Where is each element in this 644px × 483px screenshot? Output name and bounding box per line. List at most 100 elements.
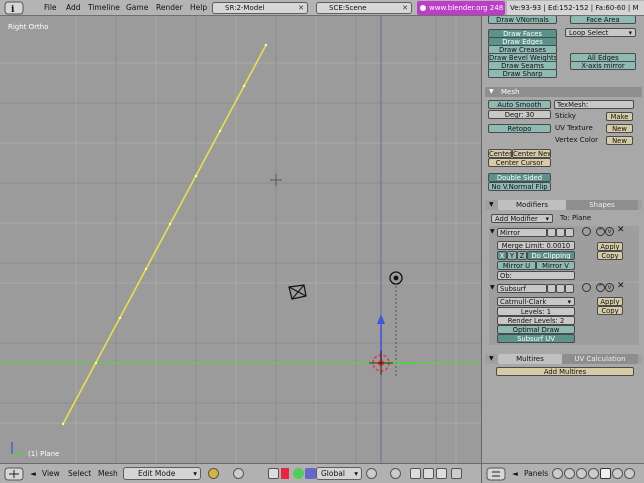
menu-add[interactable]: Add — [66, 0, 81, 16]
mirror-modifier-name[interactable]: Mirror — [497, 228, 547, 237]
hand-manipulator-icon[interactable] — [268, 468, 279, 479]
occlude-icon[interactable] — [451, 468, 462, 479]
rotate-icon[interactable] — [293, 468, 304, 479]
move-down-icon[interactable]: v — [605, 283, 614, 292]
tab-multires[interactable]: Multires — [498, 354, 562, 364]
editor-type-icon[interactable] — [486, 467, 506, 481]
subsurf-type-dropdown[interactable]: Catmull-Clark ▾ — [497, 297, 575, 306]
menu-file[interactable]: File — [44, 0, 57, 16]
collapse-arrow-icon[interactable]: ◄ — [512, 467, 518, 481]
menu-game[interactable]: Game — [126, 0, 148, 16]
menu-view[interactable]: View — [42, 467, 60, 481]
menu-render[interactable]: Render — [156, 0, 183, 16]
x-axis-mirror-toggle[interactable]: X-axis mirror — [570, 61, 636, 70]
center-button[interactable]: Center — [488, 149, 512, 158]
collapse-arrow-icon[interactable]: ▼ — [489, 200, 494, 210]
subsurf-modifier-name[interactable]: Subsurf — [497, 284, 547, 293]
retopo-toggle[interactable]: Retopo — [488, 124, 551, 133]
scene-context-icon[interactable] — [612, 468, 623, 479]
snap-icon[interactable] — [390, 468, 401, 479]
mesh-edge-selected[interactable] — [0, 16, 481, 463]
edge-select-icon[interactable] — [423, 468, 434, 479]
draw-sharp-toggle[interactable]: Draw Sharp — [488, 69, 557, 78]
close-icon[interactable]: ✕ — [401, 4, 409, 12]
move-up-icon[interactable]: ^ — [596, 227, 605, 236]
orientation-selector[interactable]: Global ▾ — [316, 467, 362, 480]
mirror-axis-x[interactable]: X — [497, 251, 507, 260]
render-toggle-icon[interactable] — [565, 284, 574, 293]
info-icon[interactable]: i — [3, 0, 25, 16]
optimal-draw-toggle[interactable]: Optimal Draw — [497, 325, 575, 334]
mirror-axis-y[interactable]: Y — [507, 251, 517, 260]
scene-selector[interactable]: SCE:Scene ✕ — [316, 2, 412, 14]
levels-field[interactable]: Levels: 1 — [497, 307, 575, 316]
editmode-toggle-icon[interactable] — [547, 284, 556, 293]
script-context-icon[interactable] — [564, 468, 575, 479]
object-context-icon[interactable] — [588, 468, 599, 479]
proportional-edit-icon[interactable] — [366, 468, 377, 479]
subsurf-apply-button[interactable]: Apply — [597, 297, 623, 306]
render-levels-field[interactable]: Render Levels: 2 — [497, 316, 575, 325]
logic-context-icon[interactable] — [552, 468, 563, 479]
add-multires-button[interactable]: Add Multires — [496, 367, 634, 376]
vertex-color-new-button[interactable]: New — [606, 136, 633, 145]
realtime-toggle-icon[interactable] — [582, 227, 591, 236]
draw-vnormals-button[interactable]: Draw VNormals — [488, 16, 557, 24]
draw-type-icon[interactable] — [208, 468, 219, 479]
mirror-apply-button[interactable]: Apply — [597, 242, 623, 251]
mirror-axis-z[interactable]: Z — [517, 251, 527, 260]
cage-toggle-icon[interactable] — [556, 284, 565, 293]
shading-context-icon[interactable] — [576, 468, 587, 479]
auto-smooth-toggle[interactable]: Auto Smooth — [488, 100, 551, 109]
subsurf-copy-button[interactable]: Copy — [597, 306, 623, 315]
mode-selector[interactable]: Edit Mode ▾ — [123, 467, 201, 480]
move-up-icon[interactable]: ^ — [596, 283, 605, 292]
remove-modifier-icon[interactable]: ✕ — [617, 281, 625, 291]
mirror-object-field[interactable]: Ob: — [497, 271, 575, 280]
degree-field[interactable]: Degr: 30 — [488, 110, 551, 119]
tab-uv-calculation[interactable]: UV Calculation — [562, 354, 638, 364]
collapse-arrow-icon[interactable]: ▼ — [490, 284, 495, 291]
no-vnormal-flip-toggle[interactable]: No V.Normal Flip — [488, 182, 551, 191]
mesh-panel-header[interactable]: ▼ Mesh — [485, 87, 642, 97]
add-modifier-dropdown[interactable]: Add Modifier ▾ — [491, 214, 553, 223]
face-select-icon[interactable] — [436, 468, 447, 479]
translate-icon[interactable] — [281, 468, 289, 479]
editmode-toggle-icon[interactable] — [547, 228, 556, 237]
merge-limit-field[interactable]: Merge Limit: 0.0010 — [497, 241, 575, 250]
cage-toggle-icon[interactable] — [556, 228, 565, 237]
collapse-arrow-icon[interactable]: ▼ — [489, 87, 494, 97]
pivot-icon[interactable] — [233, 468, 244, 479]
subsurf-uv-toggle[interactable]: Subsurf UV — [497, 334, 575, 343]
mirror-copy-button[interactable]: Copy — [597, 251, 623, 260]
center-new-button[interactable]: Center New — [512, 149, 551, 158]
screen-selector[interactable]: SR:2-Model ✕ — [212, 2, 308, 14]
menu-mesh[interactable]: Mesh — [98, 467, 118, 481]
menu-timeline[interactable]: Timeline — [88, 0, 120, 16]
collapse-arrow-icon[interactable]: ◄ — [30, 467, 36, 481]
sticky-make-button[interactable]: Make — [606, 112, 633, 121]
center-cursor-button[interactable]: Center Cursor — [488, 158, 551, 167]
tab-modifiers[interactable]: Modifiers — [498, 200, 566, 210]
editor-type-icon[interactable] — [4, 467, 24, 481]
menu-select[interactable]: Select — [68, 467, 91, 481]
remove-modifier-icon[interactable]: ✕ — [617, 225, 625, 235]
menu-help[interactable]: Help — [190, 0, 207, 16]
loop-select-dropdown[interactable]: Loop Select ▾ — [565, 28, 636, 37]
render-toggle-icon[interactable] — [565, 228, 574, 237]
mirror-u-toggle[interactable]: Mirror U — [497, 261, 536, 270]
vertex-select-icon[interactable] — [410, 468, 421, 479]
double-sided-toggle[interactable]: Double Sided — [488, 173, 551, 182]
close-icon[interactable]: ✕ — [297, 4, 305, 12]
3d-viewport[interactable]: Right Ortho (1) Plane — [0, 16, 481, 463]
face-area-button[interactable]: Face Area — [570, 16, 636, 24]
collapse-arrow-icon[interactable]: ▼ — [489, 354, 494, 364]
move-down-icon[interactable]: v — [605, 227, 614, 236]
render-context-icon[interactable] — [624, 468, 635, 479]
lamp-icon[interactable] — [387, 269, 405, 287]
collapse-arrow-icon[interactable]: ▼ — [490, 228, 495, 235]
scale-icon[interactable] — [305, 468, 316, 479]
texmesh-field[interactable]: TexMesh: — [554, 100, 634, 109]
website-link[interactable]: www.blender.org 248 — [417, 1, 505, 15]
tab-shapes[interactable]: Shapes — [566, 200, 638, 210]
